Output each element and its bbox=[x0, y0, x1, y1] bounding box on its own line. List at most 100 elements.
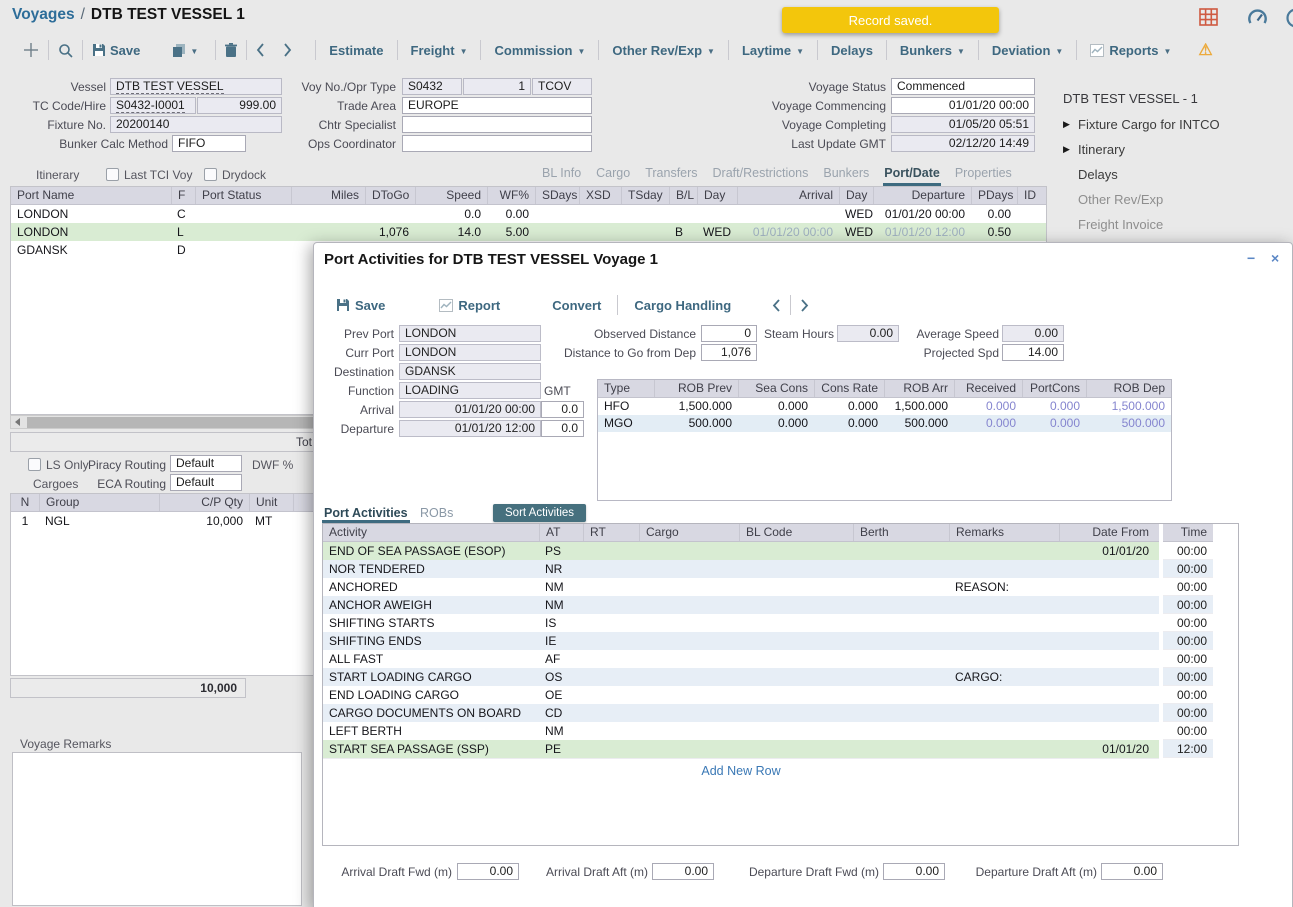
tab-draft-restrictions[interactable]: Draft/Restrictions bbox=[712, 164, 810, 186]
cell-time[interactable]: 00:00 bbox=[1163, 596, 1213, 614]
close-icon[interactable]: × bbox=[1271, 250, 1279, 266]
curr-port-field[interactable]: LONDON bbox=[399, 344, 541, 361]
toolbar-button-other-rev-exp[interactable]: Other Rev/Exp▼ bbox=[599, 43, 728, 58]
copy-button[interactable]: ▼ bbox=[163, 43, 207, 57]
toolbar-button-laytime[interactable]: Laytime▼ bbox=[729, 43, 817, 58]
add-new-row-link[interactable]: Add New Row bbox=[323, 764, 1159, 778]
tab-port-activities[interactable]: Port Activities bbox=[324, 506, 408, 520]
eca-routing-field[interactable]: Default bbox=[170, 474, 242, 491]
modal-next-button[interactable] bbox=[791, 299, 818, 312]
ls-only-checkbox[interactable] bbox=[28, 458, 41, 471]
modal-prev-button[interactable] bbox=[763, 299, 790, 312]
activity-row-anchor-aweigh[interactable]: ANCHOR AWEIGHNM bbox=[323, 596, 1159, 615]
activity-row-shifting-starts[interactable]: SHIFTING STARTSIS bbox=[323, 614, 1159, 633]
voyage-remarks-textarea[interactable] bbox=[12, 752, 302, 906]
last-tci-voy-checkbox[interactable] bbox=[106, 168, 119, 181]
arrival-draft-fwd-field[interactable]: 0.00 bbox=[457, 863, 519, 880]
cell-time[interactable]: 00:00 bbox=[1163, 668, 1213, 686]
trade-area-field[interactable]: EUROPE bbox=[402, 97, 592, 114]
sidebar-item-itinerary[interactable]: ▶Itinerary bbox=[1063, 137, 1285, 162]
distance-to-go-field[interactable]: 1,076 bbox=[701, 344, 757, 361]
warning-icon[interactable]: ⚠ bbox=[1198, 40, 1212, 60]
gmt-departure-field[interactable]: 0.0 bbox=[541, 420, 584, 437]
modal-convert-button[interactable]: Convert bbox=[536, 298, 617, 313]
delete-button[interactable] bbox=[216, 43, 246, 57]
prev-record-button[interactable] bbox=[247, 43, 274, 57]
sidebar-item-delays[interactable]: Delays bbox=[1063, 162, 1285, 187]
tab-cargo[interactable]: Cargo bbox=[595, 164, 631, 186]
itinerary-row[interactable]: LONDONC0.00.00WED01/01/20 00:000.00 bbox=[11, 205, 1046, 223]
opr-type-field[interactable]: TCOV bbox=[532, 78, 592, 95]
tc-code-field[interactable]: S0432-I0001 bbox=[110, 97, 196, 114]
rob-row[interactable]: MGO500.0000.0000.000500.0000.0000.000500… bbox=[598, 415, 1171, 432]
voyage-commencing-field[interactable]: 01/01/20 00:00 bbox=[891, 97, 1035, 114]
tab-bl-info[interactable]: BL Info bbox=[541, 164, 582, 186]
departure-field[interactable]: 01/01/20 12:00 bbox=[399, 420, 541, 437]
activity-row-nor-tendered[interactable]: NOR TENDEREDNR bbox=[323, 560, 1159, 579]
toolbar-button-delays[interactable]: Delays bbox=[818, 43, 886, 58]
sidebar-item-freight-invoice[interactable]: Freight Invoice bbox=[1063, 212, 1285, 237]
ops-coordinator-field[interactable] bbox=[402, 135, 592, 152]
average-speed-field[interactable]: 0.00 bbox=[1002, 325, 1064, 342]
toolbar-button-bunkers[interactable]: Bunkers▼ bbox=[887, 43, 978, 58]
drydock-checkbox[interactable] bbox=[204, 168, 217, 181]
chtr-specialist-field[interactable] bbox=[402, 116, 592, 133]
cell-time[interactable]: 00:00 bbox=[1163, 722, 1213, 740]
tab-bunkers[interactable]: Bunkers bbox=[822, 164, 870, 186]
voyage-status-field[interactable]: Commenced bbox=[891, 78, 1035, 95]
activity-row-all-fast[interactable]: ALL FASTAF bbox=[323, 650, 1159, 669]
rob-row[interactable]: HFO1,500.0000.0000.0001,500.0000.0000.00… bbox=[598, 398, 1171, 415]
toolbar-button-estimate[interactable]: Estimate bbox=[316, 43, 396, 58]
activity-row-end-of-sea-passage-esop[interactable]: END OF SEA PASSAGE (ESOP)PS01/01/20 bbox=[323, 542, 1159, 561]
departure-draft-fwd-field[interactable]: 0.00 bbox=[883, 863, 945, 880]
cell-time[interactable]: 12:00 bbox=[1163, 740, 1213, 758]
activity-row-left-berth[interactable]: LEFT BERTHNM bbox=[323, 722, 1159, 741]
tab-robs[interactable]: ROBs bbox=[420, 506, 453, 520]
tab-transfers[interactable]: Transfers bbox=[644, 164, 698, 186]
gauge-icon[interactable] bbox=[1247, 8, 1268, 31]
activity-row-shifting-ends[interactable]: SHIFTING ENDSIE bbox=[323, 632, 1159, 651]
opr-seq-field[interactable]: 1 bbox=[463, 78, 531, 95]
cell-time[interactable]: 00:00 bbox=[1163, 650, 1213, 668]
last-update-field[interactable]: 02/12/20 14:49 bbox=[891, 135, 1035, 152]
toolbar-button-reports[interactable]: Reports▼ bbox=[1077, 43, 1184, 58]
gmt-arrival-field[interactable]: 0.0 bbox=[541, 401, 584, 418]
arrival-field[interactable]: 01/01/20 00:00 bbox=[399, 401, 541, 418]
cell-time[interactable]: 00:00 bbox=[1163, 632, 1213, 650]
cell-time[interactable]: 00:00 bbox=[1163, 560, 1213, 578]
modal-report-button[interactable]: Report bbox=[423, 298, 516, 313]
activity-row-anchored[interactable]: ANCHOREDNMREASON: bbox=[323, 578, 1159, 597]
cell-time[interactable]: 00:00 bbox=[1163, 614, 1213, 632]
prev-port-field[interactable]: LONDON bbox=[399, 325, 541, 342]
search-icon[interactable] bbox=[49, 43, 82, 58]
activity-row-cargo-documents-on-board[interactable]: CARGO DOCUMENTS ON BOARDCD bbox=[323, 704, 1159, 723]
activity-row-start-loading-cargo[interactable]: START LOADING CARGOOSCARGO: bbox=[323, 668, 1159, 687]
itinerary-row[interactable]: LONDONL1,07614.05.00BWED01/01/20 00:00WE… bbox=[11, 223, 1046, 241]
arrival-draft-aft-field[interactable]: 0.00 bbox=[652, 863, 714, 880]
sort-activities-button[interactable]: Sort Activities bbox=[493, 504, 586, 522]
cell-time[interactable]: 00:00 bbox=[1163, 686, 1213, 704]
toolbar-button-freight[interactable]: Freight▼ bbox=[398, 43, 481, 58]
add-button[interactable] bbox=[14, 42, 48, 58]
modal-cargo-handling-button[interactable]: Cargo Handling bbox=[618, 298, 747, 313]
tab-port-date[interactable]: Port/Date bbox=[883, 164, 941, 186]
modal-save-button[interactable]: Save bbox=[336, 298, 401, 313]
tab-properties[interactable]: Properties bbox=[954, 164, 1013, 186]
activity-row-end-loading-cargo[interactable]: END LOADING CARGOOE bbox=[323, 686, 1159, 705]
function-field[interactable]: LOADING bbox=[399, 382, 541, 399]
toolbar-button-commission[interactable]: Commission▼ bbox=[481, 43, 598, 58]
breadcrumb-voyages-link[interactable]: Voyages bbox=[12, 6, 75, 23]
piracy-routing-field[interactable]: Default bbox=[170, 455, 242, 472]
departure-draft-aft-field[interactable]: 0.00 bbox=[1101, 863, 1163, 880]
cell-time[interactable]: 00:00 bbox=[1163, 542, 1213, 560]
destination-field[interactable]: GDANSK bbox=[399, 363, 541, 380]
cell-time[interactable]: 00:00 bbox=[1163, 578, 1213, 596]
projected-spd-field[interactable]: 14.00 bbox=[1002, 344, 1064, 361]
next-record-button[interactable] bbox=[274, 43, 301, 57]
voy-no-field[interactable]: S0432 bbox=[402, 78, 462, 95]
minimize-icon[interactable]: − bbox=[1247, 250, 1255, 266]
save-button[interactable]: Save bbox=[83, 43, 149, 58]
voyage-completing-field[interactable]: 01/05/20 05:51 bbox=[891, 116, 1035, 133]
bunker-calc-field[interactable]: FIFO bbox=[172, 135, 246, 152]
grid-view-icon[interactable] bbox=[1199, 8, 1219, 30]
